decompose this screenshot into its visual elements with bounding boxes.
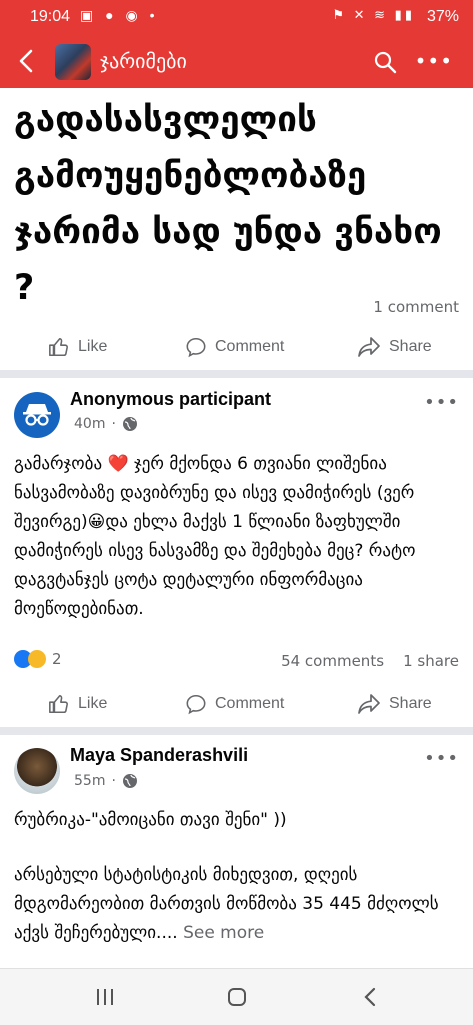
thumbs-up-icon xyxy=(49,694,68,714)
comment-options-icon[interactable]: ••• xyxy=(424,392,459,413)
back-nav-icon[interactable] xyxy=(355,983,385,1011)
comment-text: არსებული სტატისტიკის მიხედვით, დღეის მდგ… xyxy=(14,861,462,948)
dot-separator: · xyxy=(111,773,116,789)
recent-apps-icon[interactable] xyxy=(90,983,120,1011)
like-label: Like xyxy=(78,338,108,355)
engagement-stats: 54 comments 1 share xyxy=(281,652,459,670)
comment-options-icon[interactable]: ••• xyxy=(424,748,459,769)
comment-button[interactable]: Comment xyxy=(185,327,284,367)
comment-meta: 55m · xyxy=(74,773,138,789)
share-label: Share xyxy=(389,338,432,355)
system-nav-bar xyxy=(0,968,473,1025)
section-divider xyxy=(0,727,473,735)
comment-text: გამარჯობა ❤️ ჯერ მქონდა 6 თვიანი ლიშენია… xyxy=(14,454,416,619)
share-button[interactable]: Share xyxy=(357,684,432,724)
comment-icon xyxy=(186,694,206,715)
post-comment-count[interactable]: 1 comment xyxy=(373,298,459,316)
section-divider xyxy=(0,370,473,378)
share-button[interactable]: Share xyxy=(357,327,432,367)
post-title: გადასასვლელის გამოუყენებლობაზე ჯარიმა სა… xyxy=(14,100,442,308)
share-label: Share xyxy=(389,695,432,712)
like-label: Like xyxy=(78,695,108,712)
status-time: 19:04 xyxy=(30,8,71,25)
anonymous-avatar[interactable] xyxy=(14,392,60,438)
post-action-row: Like Comment Share xyxy=(0,327,473,367)
status-bar: 19:04 ▣ ● ◉ • ⚑ ✕ ≋ ▮▮ 37% xyxy=(0,0,473,36)
signal-wifi-icons: ⚑ ✕ ≋ ▮▮ xyxy=(332,7,415,22)
comment-time: 40m xyxy=(74,416,106,432)
comment-label: Comment xyxy=(215,338,285,355)
back-arrow-icon[interactable] xyxy=(14,47,40,75)
battery-level: 37% xyxy=(426,8,459,25)
comment-author[interactable]: Maya Spanderashvili xyxy=(70,745,248,766)
comment-headline: რუბრიკა-"ამოიცანი თავი შენი" )) xyxy=(14,810,287,830)
globe-icon xyxy=(122,417,137,431)
comment-label: Comment xyxy=(215,695,285,712)
share-icon xyxy=(358,694,380,714)
group-title[interactable]: ჯარიმები xyxy=(100,49,187,73)
globe-icon xyxy=(122,774,137,788)
comments-count[interactable]: 54 comments xyxy=(281,652,384,670)
more-options-icon[interactable]: ••• xyxy=(415,51,453,71)
app-bar: ჯარიმები ••• xyxy=(0,36,473,88)
comment-meta: 40m · xyxy=(74,416,138,432)
notification-icons: ▣ ● ◉ • xyxy=(80,7,159,23)
dot-separator: · xyxy=(111,416,116,432)
incognito-icon xyxy=(23,404,51,426)
shares-count[interactable]: 1 share xyxy=(403,652,459,670)
home-icon[interactable] xyxy=(222,983,252,1011)
haha-reaction-icon xyxy=(28,650,46,668)
comment-action-row: Like Comment Share xyxy=(0,684,473,724)
group-thumbnail[interactable] xyxy=(55,44,91,80)
see-more-link[interactable]: See more xyxy=(183,923,264,943)
comment-button[interactable]: Comment xyxy=(185,684,284,724)
search-icon[interactable] xyxy=(373,50,397,74)
like-button[interactable]: Like xyxy=(48,684,107,724)
comment-author[interactable]: Anonymous participant xyxy=(70,389,271,410)
user-avatar[interactable] xyxy=(14,748,60,794)
comment-icon xyxy=(186,337,206,358)
like-button[interactable]: Like xyxy=(48,327,107,367)
reaction-count: 2 xyxy=(52,650,62,668)
comment-time: 55m xyxy=(74,773,106,789)
share-icon xyxy=(358,337,380,357)
thumbs-up-icon xyxy=(49,337,68,357)
reaction-summary[interactable]: 2 xyxy=(14,650,62,668)
